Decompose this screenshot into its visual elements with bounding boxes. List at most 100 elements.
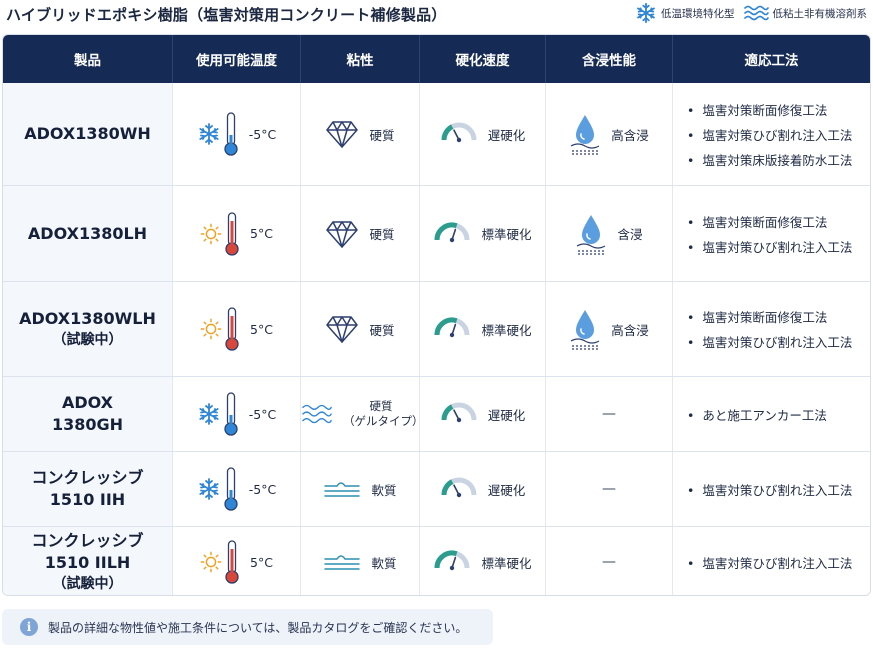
impregnation-cell: 含浸: [546, 186, 673, 281]
sun-icon: [200, 318, 222, 340]
method-item: 塩害対策ひび割れ注入工法: [687, 480, 852, 499]
impregnation-cell: 高含浸: [546, 83, 673, 185]
temperature-cell: -5°C: [173, 377, 301, 451]
product-name-cell: ADOX 1380GH: [3, 377, 173, 451]
cure-speed-cell: 遅硬化: [420, 377, 546, 451]
methods-cell: 塩害対策断面修復工法塩害対策ひび割れ注入工法塩害対策床版接着防水工法: [673, 83, 870, 185]
gauge-icon: [434, 317, 470, 338]
legend: 低温環境特化型 低粘土非有機溶剤系: [635, 2, 867, 24]
temperature-cell: 5°C: [173, 186, 301, 281]
temperature-cell: -5°C: [173, 83, 301, 185]
method-item: 塩害対策断面修復工法: [687, 307, 827, 326]
impregnation-cell: 高含浸: [546, 282, 673, 376]
product-table: 製品 使用可能温度 粘性 硬化速度 含浸性能 適応工法 ADOX1380WH -…: [2, 34, 871, 596]
waves-icon: [302, 404, 332, 424]
viscosity-cell: 軟質: [301, 527, 420, 595]
viscosity-label: 硬質: [369, 322, 395, 338]
cure-speed-label: 遅硬化: [487, 482, 526, 498]
product-name: ADOX: [61, 393, 114, 412]
viscosity-cell: 硬質 （ゲルタイプ）: [301, 377, 424, 451]
table-row: ADOX 1380GH -5°C 硬質（ゲルタイプ） 遅硬化 — あと施工アンカー…: [3, 376, 870, 451]
note-text: 製品の詳細な物性値や施工条件については、製品カタログをご確認ください。: [48, 620, 468, 635]
impregnation-label: 含浸: [617, 227, 643, 242]
header-product: 製品: [3, 35, 173, 83]
cure-speed-label: 遅硬化: [487, 407, 526, 423]
header-viscosity: 粘性: [301, 35, 420, 83]
thermometer-cold-icon: [224, 112, 238, 156]
impregnation-cell: —: [546, 452, 673, 526]
droplet-icon: [577, 214, 606, 255]
impregnation-label: —: [602, 554, 616, 570]
product-name-cell: ADOX1380LH: [3, 186, 173, 281]
impregnation-label: 高含浸: [611, 127, 649, 143]
cure-speed-cell: 標準硬化: [420, 186, 546, 281]
flow-icon: [324, 555, 361, 570]
snowflake-icon: [199, 403, 219, 425]
waves-icon: [743, 5, 769, 21]
impregnation-label: —: [602, 481, 616, 497]
method-item: あと施工アンカー工法: [687, 405, 827, 424]
product-sub: 1510 IILH: [44, 553, 131, 572]
legend-label-cold: 低温環境特化型: [661, 7, 735, 20]
cure-speed-label: 遅硬化: [487, 127, 526, 143]
product-sub: 1510 IIH: [49, 490, 126, 509]
cure-speed-cell: 標準硬化: [420, 527, 546, 595]
impregnation-label: 高含浸: [611, 322, 649, 338]
cure-speed-cell: 遅硬化: [420, 83, 546, 185]
product-name-cell: コンクレッシブ 1510 IILH （試験中）: [3, 527, 173, 595]
viscosity-text: 硬質 （ゲルタイプ）: [343, 399, 424, 429]
gauge-icon: [441, 122, 477, 143]
temperature-value: -5°C: [248, 406, 277, 422]
diamond-icon: [326, 121, 359, 148]
temperature-value: -5°C: [248, 481, 277, 497]
viscosity-label: 硬質: [369, 127, 395, 143]
header-impregnation: 含浸性能: [546, 35, 673, 83]
table-row: コンクレッシブ 1510 IIH -5°C 軟質 遅硬化 — 塩害対策ひび割れ注入…: [3, 451, 870, 526]
snowflake-icon: [199, 478, 219, 500]
temperature-value: 5°C: [250, 226, 273, 241]
methods-cell: あと施工アンカー工法: [673, 377, 870, 451]
info-note: i 製品の詳細な物性値や施工条件については、製品カタログをご確認ください。: [2, 609, 493, 645]
legend-item-lowvisc: 低粘土非有機溶剤系: [743, 4, 867, 22]
table-row: ADOX1380WH -5°C 硬質 遅硬化 高含浸 塩害対策断面修復工法塩害対…: [3, 83, 870, 185]
product-name: コンクレッシブ: [31, 468, 144, 487]
info-icon: i: [20, 618, 38, 636]
cure-speed-cell: 標準硬化: [420, 282, 546, 376]
method-item: 塩害対策断面修復工法: [687, 212, 827, 231]
cure-speed-cell: 遅硬化: [420, 452, 546, 526]
methods-cell: 塩害対策断面修復工法塩害対策ひび割れ注入工法: [673, 186, 870, 281]
product-sub: （試験中）: [52, 332, 123, 348]
cure-speed-label: 標準硬化: [481, 322, 532, 338]
product-sub2: （試験中）: [52, 576, 123, 592]
method-item: 塩害対策断面修復工法: [687, 100, 827, 119]
viscosity-cell: 軟質: [301, 452, 420, 526]
method-item: 塩害対策ひび割れ注入工法: [687, 237, 852, 256]
method-item: 塩害対策ひび割れ注入工法: [687, 332, 852, 351]
legend-item-cold: 低温環境特化型: [635, 2, 735, 24]
impregnation-cell: —: [546, 377, 673, 451]
product-name: ADOX1380WH: [24, 124, 151, 143]
temperature-cell: 5°C: [173, 527, 301, 595]
viscosity-label: 軟質: [371, 555, 397, 571]
product-name: ADOX1380WLH: [19, 309, 156, 328]
temperature-cell: 5°C: [173, 282, 301, 376]
viscosity-cell: 硬質: [301, 282, 420, 376]
methods-cell: 塩害対策ひび割れ注入工法: [673, 452, 870, 526]
sun-icon: [200, 551, 222, 573]
thermometer-warm-icon: [225, 540, 239, 584]
thermometer-warm-icon: [225, 307, 239, 351]
gauge-icon: [434, 550, 470, 571]
method-item: 塩害対策ひび割れ注入工法: [687, 553, 852, 572]
viscosity-label: 硬質: [369, 399, 393, 413]
impregnation-label: —: [602, 406, 616, 422]
header-temperature: 使用可能温度: [173, 35, 301, 83]
page-title: ハイブリッドエポキシ樹脂（塩害対策用コンクリート補修製品）: [6, 6, 447, 24]
methods-cell: 塩害対策断面修復工法塩害対策ひび割れ注入工法: [673, 282, 870, 376]
viscosity-label: 硬質: [369, 227, 395, 242]
diamond-icon: [326, 220, 359, 248]
table-header: 製品 使用可能温度 粘性 硬化速度 含浸性能 適応工法: [3, 35, 870, 83]
header-methods: 適応工法: [744, 53, 799, 69]
snowflake-icon: [199, 123, 219, 145]
header-cure-speed: 硬化速度: [420, 35, 546, 83]
gauge-icon: [441, 477, 477, 498]
